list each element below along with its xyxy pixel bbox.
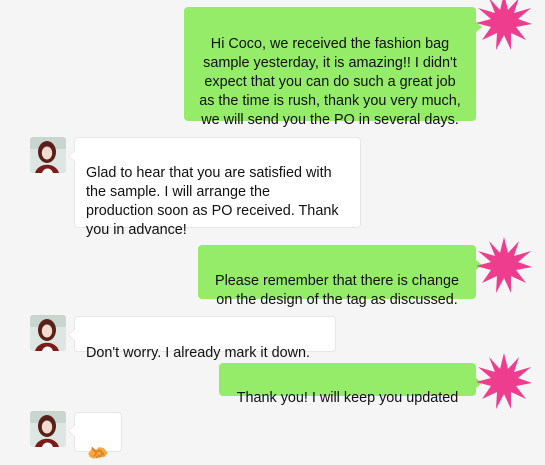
- message-text: Hi Coco, we received the fashion bag sam…: [199, 36, 461, 128]
- message-bubble[interactable]: [68, 412, 122, 459]
- message-self: Please remember that there is change on …: [0, 235, 545, 308]
- self-avatar-star-icon[interactable]: [474, 235, 534, 295]
- handshake-icon: [88, 447, 108, 459]
- message-bubble[interactable]: Please remember that there is change on …: [198, 245, 482, 308]
- self-avatar-star-icon[interactable]: [474, 0, 534, 52]
- contact-avatar[interactable]: [30, 137, 66, 173]
- message-other: [0, 403, 545, 465]
- message-bubble[interactable]: Glad to hear that you are satisfied with…: [68, 137, 361, 238]
- message-self: Hi Coco, we received the fashion bag sam…: [0, 0, 545, 130]
- chat-window: Hi Coco, we received the fashion bag sam…: [0, 0, 545, 465]
- message-other: Glad to hear that you are satisfied with…: [0, 130, 545, 238]
- message-other: Don't worry. I already mark it down.: [0, 307, 545, 361]
- contact-avatar[interactable]: [30, 315, 66, 351]
- contact-avatar[interactable]: [30, 411, 66, 447]
- self-avatar-star-icon[interactable]: [474, 351, 534, 411]
- message-text: Glad to hear that you are satisfied with…: [86, 165, 339, 238]
- message-text: Please remember that there is change on …: [215, 273, 459, 308]
- message-bubble[interactable]: Hi Coco, we received the fashion bag sam…: [184, 7, 482, 128]
- message-bubble[interactable]: Thank you! I will keep you updated: [219, 363, 482, 406]
- message-self: Thank you! I will keep you updated: [0, 353, 545, 409]
- message-bubble[interactable]: Don't worry. I already mark it down.: [68, 316, 336, 361]
